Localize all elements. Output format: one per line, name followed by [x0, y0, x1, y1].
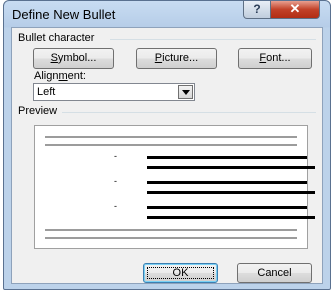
- symbol-accel-key: S: [50, 52, 58, 64]
- preview-line: [147, 216, 315, 219]
- group-separator: [110, 39, 316, 40]
- dialog-body: Bullet character Symbol... Picture... Fo…: [11, 27, 323, 284]
- preview-bullet: -: [114, 176, 117, 186]
- picture-label-rest: icture...: [162, 52, 199, 64]
- preview-line: [147, 156, 307, 159]
- preview-line: [147, 191, 315, 194]
- close-button[interactable]: ✕: [270, 1, 320, 19]
- preview-pane: - - -: [34, 125, 315, 249]
- alignment-select-value: Left: [37, 86, 56, 98]
- symbol-label-rest: ymbol...: [57, 52, 97, 64]
- preview-line: [147, 166, 315, 169]
- preview-line: [45, 136, 297, 138]
- picture-button-label: Picture...: [137, 49, 216, 68]
- help-icon: ?: [253, 2, 261, 16]
- define-new-bullet-dialog: Define New Bullet ? ✕ Bullet character S…: [3, 0, 331, 290]
- alignment-select[interactable]: Left: [33, 83, 195, 101]
- preview-bullet: -: [114, 151, 117, 161]
- font-button-label: Font...: [239, 49, 311, 68]
- bullet-character-group-label: Bullet character: [18, 32, 95, 44]
- preview-line: [45, 229, 297, 231]
- font-label-rest: ont...: [266, 52, 291, 64]
- preview-line: [45, 144, 297, 146]
- symbol-button-label: Symbol...: [34, 49, 113, 68]
- font-button[interactable]: Font...: [238, 48, 312, 69]
- preview-line: [147, 181, 307, 184]
- preview-line: [147, 206, 307, 209]
- alignment-label: Alignment:: [34, 70, 86, 82]
- close-icon: ✕: [289, 1, 301, 16]
- title-bar[interactable]: Define New Bullet ? ✕: [4, 1, 330, 27]
- alignment-label-start: Align: [34, 70, 59, 82]
- ok-button[interactable]: OK: [143, 263, 218, 283]
- dropdown-arrow-button[interactable]: [178, 85, 193, 99]
- dialog-title: Define New Bullet: [12, 7, 116, 22]
- help-button[interactable]: ?: [243, 1, 271, 19]
- preview-line: [45, 237, 297, 239]
- chevron-down-icon: [182, 90, 190, 95]
- picture-button[interactable]: Picture...: [136, 48, 217, 69]
- symbol-button[interactable]: Symbol...: [33, 48, 114, 69]
- alignment-label-end: ent:: [67, 70, 86, 82]
- focus-rectangle: [147, 267, 214, 279]
- preview-group-label: Preview: [18, 105, 58, 117]
- preview-bullet: -: [114, 201, 117, 211]
- preview-group-separator: [62, 112, 316, 113]
- cancel-button-label: Cancel: [257, 267, 292, 279]
- alignment-accel-key: m: [58, 70, 68, 82]
- cancel-button[interactable]: Cancel: [237, 263, 312, 283]
